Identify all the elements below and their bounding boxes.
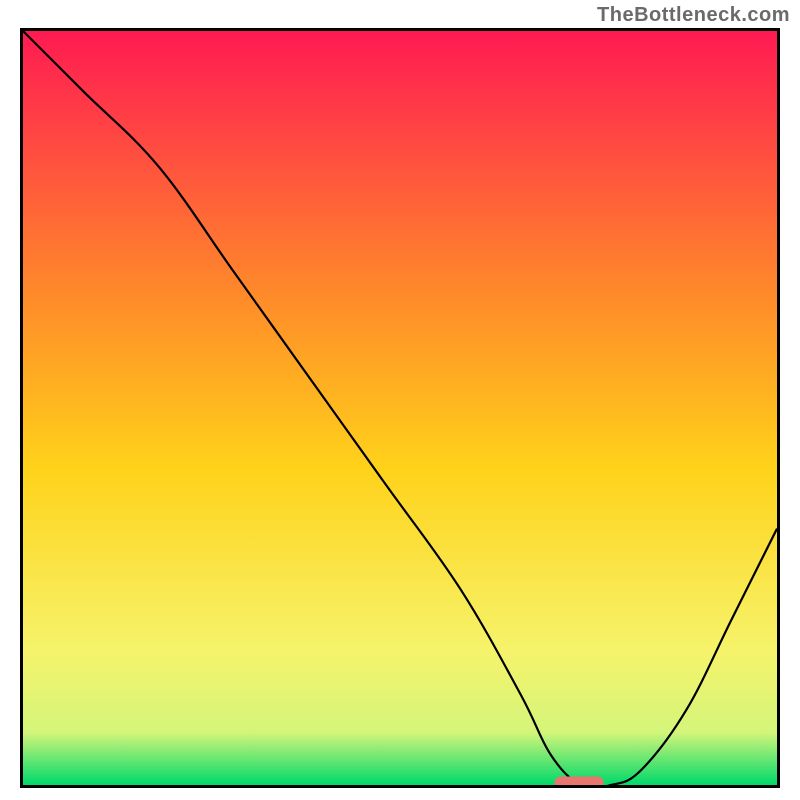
plot-area bbox=[20, 28, 780, 788]
optimal-marker bbox=[23, 31, 777, 785]
watermark-text: TheBottleneck.com bbox=[597, 4, 790, 27]
